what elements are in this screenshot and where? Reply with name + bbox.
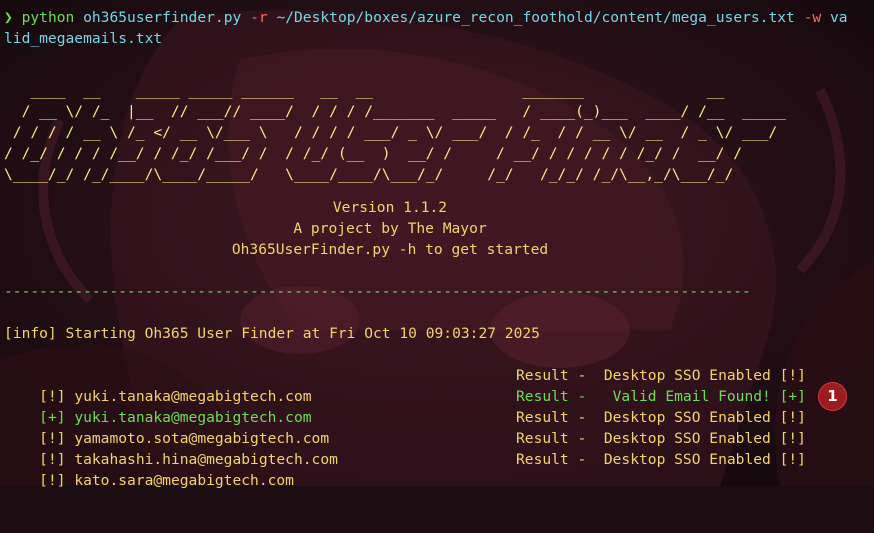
- result-row: [!] yuki.tanaka@megabigtech.com Result -…: [4, 365, 872, 405]
- result-status: Result - Desktop SSO Enabled [!]: [516, 430, 806, 447]
- banner-line: ____ __ _____ _____ ______ __ __ _______…: [4, 82, 725, 99]
- result-status: Result - Desktop SSO Enabled [!]: [516, 451, 806, 468]
- flag-r: -r: [250, 9, 268, 26]
- flag-w: -w: [803, 9, 822, 26]
- prompt-symbol: ❯: [4, 9, 13, 26]
- command-name: python: [21, 9, 75, 26]
- result-row: [+] yuki.tanaka@megabigtech.com Result -…: [4, 386, 872, 426]
- banner-line: / / / / __ \ /_ </ __ \/___ \ / / / / __…: [4, 124, 778, 141]
- command-line: ❯ python oh365userfinder.py -r ~/Desktop…: [4, 7, 848, 28]
- version-text: Version 1.1.2: [332, 199, 448, 216]
- users-file-path: ~/Desktop/boxes/azure_recon_foothold/con…: [276, 9, 795, 26]
- script-name: oh365userfinder.py: [83, 9, 242, 26]
- result-row: [!] yamamoto.sota@megabigtech.com Result…: [4, 407, 872, 447]
- annotation-badge: 1: [818, 382, 847, 411]
- project-credit: A project by The Mayor: [293, 220, 487, 237]
- result-prefix: [!]: [39, 472, 66, 489]
- output-file-path-start: va: [830, 9, 848, 26]
- result-row: [!] takahashi.hina@megabigtech.com Resul…: [4, 428, 872, 468]
- banner-line: \____/_/ /_/____/\____/_____/ \____/____…: [4, 166, 734, 183]
- usage-hint: Oh365UserFinder.py -h to get started: [231, 241, 549, 258]
- result-email: kato.sara@megabigtech.com: [74, 472, 294, 489]
- result-status: Result - Desktop SSO Enabled [!]: [516, 409, 806, 426]
- banner-line: / /_/ / / / /__/ / /_/ /___/ / / /_/ (__…: [4, 145, 743, 162]
- result-row: [!] kato.sara@megabigtech.com Result - D…: [4, 449, 872, 489]
- result-status: Result - Desktop SSO Enabled [!]: [516, 367, 806, 384]
- output-file-path-wrap: lid_megaemails.txt: [4, 30, 163, 47]
- banner-line: / __ \/ /_ |__ // ___// ____/ / / / /___…: [4, 103, 786, 120]
- separator-line: ----------------------------------------…: [4, 283, 751, 300]
- result-status: Result - Valid Email Found! [+]: [516, 388, 806, 405]
- start-message: [info] Starting Oh365 User Finder at Fri…: [4, 325, 540, 342]
